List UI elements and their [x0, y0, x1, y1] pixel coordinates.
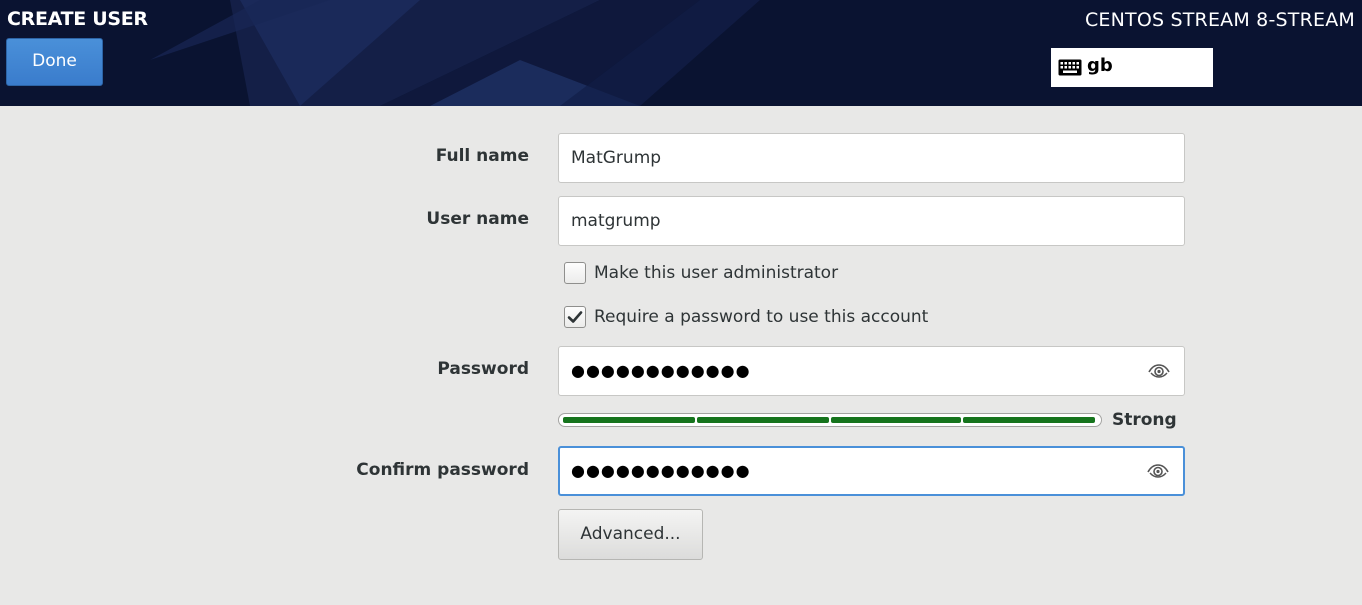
password-masked-value: ●●●●●●●●●●●● [571, 361, 751, 380]
full-name-label: Full name [435, 146, 529, 166]
keyboard-icon [1058, 59, 1082, 76]
eye-icon[interactable] [1146, 459, 1170, 483]
full-name-input[interactable]: MatGrump [558, 133, 1185, 183]
strength-segment [831, 417, 961, 423]
password-strength-label: Strong [1112, 410, 1177, 430]
advanced-button[interactable]: Advanced... [558, 509, 703, 560]
require-password-checkbox-label: Require a password to use this account [594, 307, 929, 327]
header-bar: CREATE USER Done CENTOS STREAM 8-STREAM [0, 0, 1362, 106]
password-label: Password [437, 359, 529, 379]
confirm-password-masked-value: ●●●●●●●●●●●● [571, 461, 751, 480]
spoke-title: CREATE USER [7, 8, 148, 30]
confirm-password-input[interactable]: ●●●●●●●●●●●● [558, 446, 1185, 496]
admin-checkbox[interactable] [564, 262, 586, 284]
create-user-spoke: CREATE USER Done CENTOS STREAM 8-STREAM [0, 0, 1362, 605]
eye-icon[interactable] [1147, 359, 1171, 383]
full-name-value: MatGrump [571, 148, 662, 168]
user-name-label: User name [426, 209, 529, 229]
require-password-checkbox[interactable] [564, 306, 586, 328]
keyboard-layout-label: gb [1087, 55, 1113, 76]
password-input[interactable]: ●●●●●●●●●●●● [558, 346, 1185, 396]
product-title: CENTOS STREAM 8-STREAM [1084, 9, 1355, 31]
admin-checkbox-label: Make this user administrator [594, 263, 839, 283]
user-name-value: matgrump [571, 211, 661, 231]
checkmark-icon [567, 311, 583, 323]
confirm-password-label: Confirm password [356, 460, 529, 480]
strength-segment [563, 417, 695, 423]
strength-segment [697, 417, 829, 423]
keyboard-layout-indicator[interactable]: gb [1051, 48, 1213, 87]
done-button[interactable]: Done [6, 38, 103, 86]
user-name-input[interactable]: matgrump [558, 196, 1185, 246]
password-strength-bar [558, 413, 1102, 427]
strength-segment [963, 417, 1095, 423]
